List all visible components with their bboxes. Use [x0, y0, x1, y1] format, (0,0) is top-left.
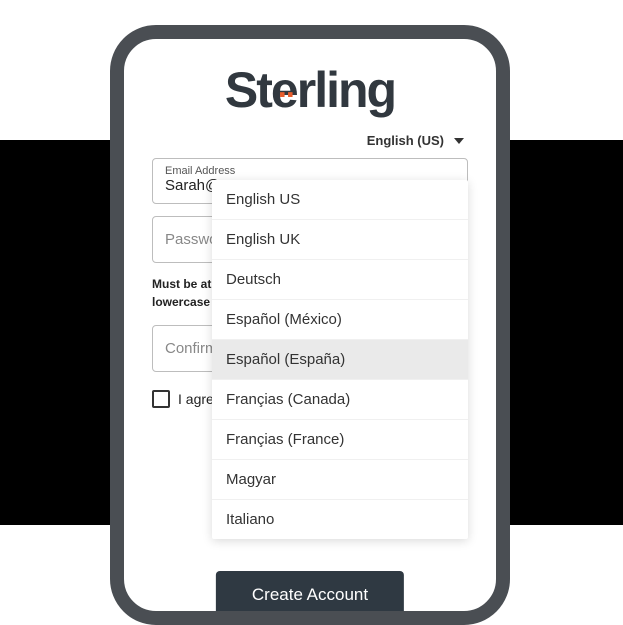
- logo: Sterling..: [152, 61, 468, 119]
- email-label: Email Address: [165, 165, 455, 177]
- chevron-down-icon: [454, 138, 464, 144]
- language-option[interactable]: English US: [212, 180, 468, 220]
- language-option[interactable]: English UK: [212, 220, 468, 260]
- language-option[interactable]: Español (México): [212, 300, 468, 340]
- language-option[interactable]: Deutsch: [212, 260, 468, 300]
- language-selector[interactable]: English (US): [152, 133, 468, 148]
- agree-checkbox[interactable]: [152, 390, 170, 408]
- create-account-button[interactable]: Create Account: [216, 571, 404, 619]
- logo-text: Sterling..: [225, 61, 395, 119]
- language-current: English (US): [367, 133, 444, 148]
- language-option[interactable]: Françias (France): [212, 420, 468, 460]
- logo-accent-icon: ..: [278, 68, 294, 105]
- language-option[interactable]: Magyar: [212, 460, 468, 500]
- language-option[interactable]: Español (España): [212, 340, 468, 380]
- language-option[interactable]: Françias (Canada): [212, 380, 468, 420]
- language-dropdown: English USEnglish UKDeutschEspañol (Méxi…: [212, 180, 468, 539]
- language-option[interactable]: Italiano: [212, 500, 468, 539]
